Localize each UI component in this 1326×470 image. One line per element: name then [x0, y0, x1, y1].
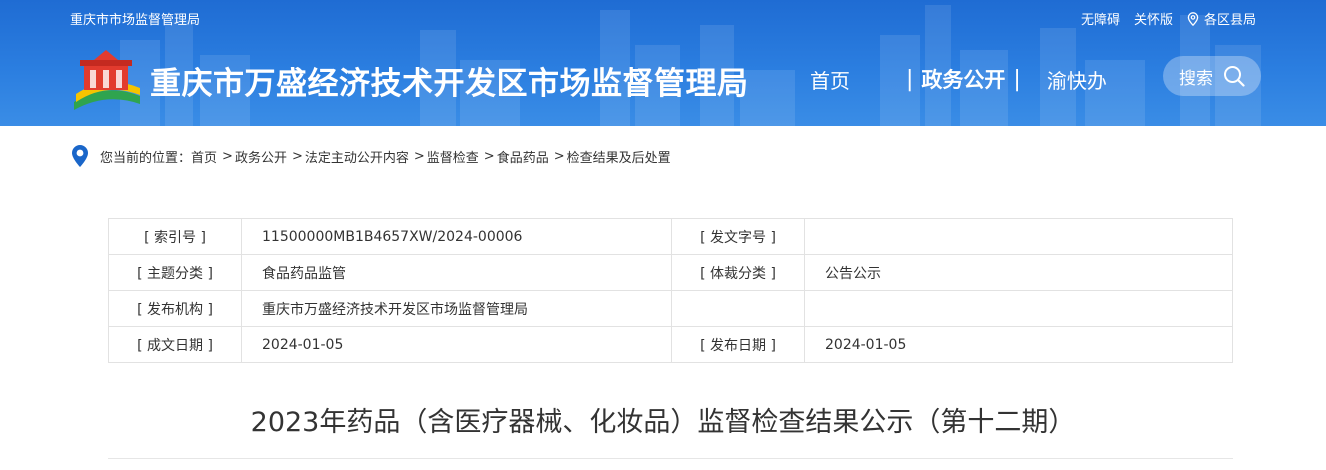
location-pin-icon	[1187, 11, 1199, 26]
document-number-label: [ 发文字号 ]	[671, 218, 805, 255]
publisher-label: [ 发布机构 ]	[108, 290, 242, 327]
elderly-mode-link[interactable]: 关怀版	[1134, 9, 1173, 28]
breadcrumb-separator: >	[291, 148, 303, 164]
parent-org-link[interactable]: 重庆市市场监督管理局	[70, 9, 200, 28]
accessibility-link[interactable]: 无障碍	[1081, 9, 1120, 28]
breadcrumb-supervision[interactable]: 监督检查	[427, 147, 479, 166]
table-row: [ 发布机构 ] 重庆市万盛经济技术开发区市场监督管理局	[108, 290, 1233, 327]
document-metadata-table: [ 索引号 ] 11500000MB1B4657XW/2024-00006 [ …	[108, 218, 1233, 363]
breadcrumb-prefix: 您当前的位置：	[100, 150, 192, 166]
breadcrumb-home[interactable]: 首页	[191, 147, 217, 166]
publisher-value: 重庆市万盛经济技术开发区市场监督管理局	[241, 290, 672, 327]
genre-category-label: [ 体裁分类 ]	[671, 254, 805, 291]
index-number-label: [ 索引号 ]	[108, 218, 242, 255]
breadcrumb: 您当前的位置： 首页 > 政务公开 > 法定主动公开内容 > 监督检查 > 食品…	[70, 144, 671, 168]
table-row: [ 成文日期 ] 2024-01-05 [ 发布日期 ] 2024-01-05	[108, 326, 1233, 363]
search-label: 搜索	[1179, 68, 1213, 89]
topic-category-label: [ 主题分类 ]	[108, 254, 242, 291]
breadcrumb-statutory-disclosure[interactable]: 法定主动公开内容	[305, 147, 409, 166]
breadcrumb-separator: >	[413, 148, 425, 164]
location-icon	[72, 145, 88, 167]
main-nav: 首页 | 政务公开 | 渝快办	[810, 64, 1107, 94]
title-divider	[108, 458, 1233, 459]
publish-date-label: [ 发布日期 ]	[671, 326, 805, 363]
search-icon	[1224, 66, 1245, 87]
document-number-value	[804, 218, 1233, 255]
breadcrumb-separator: >	[222, 148, 233, 164]
nav-item-home[interactable]: 首页	[810, 65, 850, 94]
nav-item-yukuaiban[interactable]: 渝快办	[1047, 65, 1107, 94]
empty-label-cell	[671, 290, 805, 327]
nav-item-gov-affairs[interactable]: 政务公开	[921, 64, 1005, 94]
table-row: [ 主题分类 ] 食品药品监管 [ 体裁分类 ] 公告公示	[108, 254, 1233, 291]
index-number-value: 11500000MB1B4657XW/2024-00006	[241, 218, 672, 255]
breadcrumb-gov-affairs[interactable]: 政务公开	[235, 147, 287, 166]
publish-date-value: 2024-01-05	[804, 326, 1233, 363]
nav-separator: |	[906, 66, 914, 92]
nav-separator: |	[1013, 66, 1021, 92]
search-button[interactable]: 搜索	[1163, 56, 1261, 96]
site-title[interactable]: 重庆市万盛经济技术开发区市场监督管理局	[150, 58, 749, 103]
empty-value-cell	[804, 290, 1233, 327]
breadcrumb-separator: >	[483, 148, 495, 164]
table-row: [ 索引号 ] 11500000MB1B4657XW/2024-00006 [ …	[108, 218, 1233, 255]
breadcrumb-food-drugs[interactable]: 食品药品	[497, 147, 549, 166]
topic-category-value: 食品药品监管	[241, 254, 672, 291]
regions-label: 各区县局	[1203, 13, 1256, 28]
article-title: 2023年药品（含医疗器械、化妆品）监督检查结果公示（第十二期）	[250, 407, 1076, 438]
written-date-label: [ 成文日期 ]	[108, 326, 242, 363]
written-date-value: 2024-01-05	[241, 326, 672, 363]
site-header: 重庆市市场监督管理局 无障碍 关怀版 各区县局 重庆市万盛经济技术开发区市场监督…	[0, 0, 1326, 126]
top-utility-links: 无障碍 关怀版 各区县局	[1081, 9, 1256, 28]
site-logo[interactable]	[70, 46, 142, 112]
breadcrumb-separator: >	[553, 148, 565, 164]
genre-category-value: 公告公示	[804, 254, 1233, 291]
breadcrumb-inspection-results[interactable]: 检查结果及后处置	[567, 147, 671, 166]
regions-link[interactable]: 各区县局	[1187, 9, 1256, 28]
